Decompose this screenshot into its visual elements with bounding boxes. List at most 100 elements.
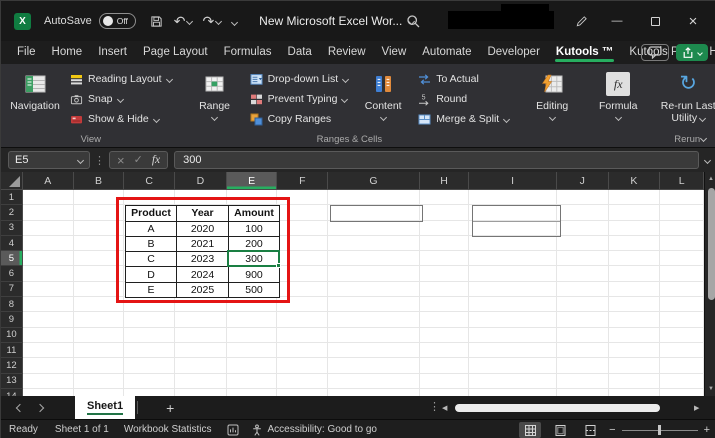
- grid-cell[interactable]: [557, 205, 609, 220]
- pen-button[interactable]: [569, 1, 593, 41]
- grid-cell[interactable]: [124, 312, 175, 327]
- grid-cell[interactable]: [227, 343, 278, 358]
- grid-cell[interactable]: [124, 343, 175, 358]
- grid-cell[interactable]: [420, 358, 470, 373]
- page-layout-view-button[interactable]: [549, 422, 571, 438]
- grid-cell[interactable]: [277, 328, 328, 343]
- grid-cell[interactable]: [23, 282, 74, 297]
- grid-cell[interactable]: [557, 389, 609, 396]
- share-button[interactable]: [676, 44, 708, 61]
- grid-cell[interactable]: [609, 236, 661, 251]
- grid-cell[interactable]: [74, 328, 125, 343]
- grid-cell[interactable]: [420, 389, 470, 396]
- grid-cell[interactable]: [420, 236, 470, 251]
- ribbon-button-copy-ranges[interactable]: Copy Ranges: [245, 109, 354, 129]
- cancel-icon[interactable]: ×: [117, 154, 125, 167]
- grid-cell[interactable]: [469, 282, 557, 297]
- scroll-down-icon[interactable]: ▼: [705, 383, 715, 395]
- grid-cell[interactable]: [328, 328, 419, 343]
- close-button[interactable]: ×: [679, 1, 707, 41]
- grid-cell[interactable]: [609, 312, 661, 327]
- grid-cell[interactable]: [277, 312, 328, 327]
- grid-cell[interactable]: [609, 297, 661, 312]
- scroll-up-icon[interactable]: ▲: [705, 173, 715, 185]
- table-header-cell[interactable]: Amount: [229, 206, 280, 221]
- grid-cell[interactable]: [124, 358, 175, 373]
- row-header-8[interactable]: 8: [1, 297, 23, 312]
- zoom-out-button[interactable]: −: [609, 424, 615, 436]
- grid-cell[interactable]: [557, 343, 609, 358]
- menu-tab-formulas[interactable]: Formulas: [216, 43, 280, 63]
- grid-cell[interactable]: [23, 221, 74, 236]
- grid-cell[interactable]: [469, 328, 557, 343]
- grid-cell[interactable]: [277, 358, 328, 373]
- grid-cell[interactable]: [277, 221, 328, 236]
- grid-cell[interactable]: [23, 389, 74, 396]
- table-cell[interactable]: 2023: [177, 252, 229, 267]
- table-cell[interactable]: 2025: [177, 283, 229, 298]
- ribbon-button-prevent-typing[interactable]: Prevent Typing: [245, 89, 354, 109]
- grid-cell[interactable]: [175, 190, 227, 205]
- grid-cell[interactable]: [469, 236, 557, 251]
- grid-cell[interactable]: [660, 328, 704, 343]
- grid-cell[interactable]: [277, 343, 328, 358]
- column-header-e[interactable]: E: [227, 172, 278, 190]
- grid-cell[interactable]: [277, 190, 328, 205]
- grid-cell[interactable]: [660, 374, 704, 389]
- menu-tab-home[interactable]: Home: [44, 43, 91, 63]
- grid-cell[interactable]: [74, 205, 125, 220]
- menu-tab-insert[interactable]: Insert: [90, 43, 135, 63]
- column-header-c[interactable]: C: [124, 172, 175, 190]
- grid-cell[interactable]: [227, 389, 278, 396]
- grid-cell[interactable]: [277, 282, 328, 297]
- grid-cell[interactable]: [277, 389, 328, 396]
- zoom-slider-thumb[interactable]: [658, 425, 661, 435]
- insert-function-icon[interactable]: fx: [152, 154, 160, 166]
- grid-cell[interactable]: [74, 282, 125, 297]
- grid-cell[interactable]: [277, 266, 328, 281]
- grid-cell[interactable]: [660, 343, 704, 358]
- formula-bar-expand-icon[interactable]: [704, 156, 711, 163]
- grid-cell[interactable]: [277, 297, 328, 312]
- undo-button[interactable]: ↶: [174, 14, 193, 28]
- grid-cell[interactable]: [227, 374, 278, 389]
- grid-cell[interactable]: [23, 236, 74, 251]
- page-break-view-button[interactable]: [579, 422, 601, 438]
- ribbon-button-reading-layout[interactable]: Reading Layout: [65, 69, 177, 89]
- table-cell[interactable]: B: [126, 237, 177, 252]
- grid-cell[interactable]: [175, 328, 227, 343]
- ribbon-button-snap[interactable]: Snap: [65, 89, 177, 109]
- grid-cell[interactable]: [557, 251, 609, 266]
- grid-cell[interactable]: [660, 297, 704, 312]
- grid-cell[interactable]: [469, 190, 557, 205]
- grid-cell[interactable]: [328, 282, 419, 297]
- table-cell[interactable]: 2021: [177, 237, 229, 252]
- vertical-scrollbar[interactable]: ▲ ▼: [704, 172, 715, 396]
- grid-cell[interactable]: [74, 389, 125, 396]
- grid-cell[interactable]: [420, 297, 470, 312]
- table-cell[interactable]: 300: [229, 252, 280, 267]
- grid-cell[interactable]: [124, 389, 175, 396]
- table-cell[interactable]: A: [126, 222, 177, 237]
- grid-cell[interactable]: [328, 251, 419, 266]
- grid-cell[interactable]: [609, 266, 661, 281]
- column-header-d[interactable]: D: [175, 172, 227, 190]
- grid-cell[interactable]: [277, 205, 328, 220]
- ribbon-button-show-hide[interactable]: Show & Hide: [65, 109, 177, 129]
- grid-cell[interactable]: [609, 282, 661, 297]
- table-cell[interactable]: 200: [229, 237, 280, 252]
- table-cell[interactable]: 2020: [177, 222, 229, 237]
- grid-cell[interactable]: [609, 328, 661, 343]
- ribbon-button-formula[interactable]: fxFormula: [590, 68, 646, 130]
- table-cell[interactable]: 900: [229, 267, 280, 282]
- horizontal-scroll-thumb[interactable]: [455, 404, 660, 412]
- row-header-1[interactable]: 1: [1, 190, 23, 205]
- ribbon-button-re-run-last-utility[interactable]: ↻Re-run Last Utility: [656, 68, 715, 130]
- bordered-cell-box-i2[interactable]: [472, 205, 561, 237]
- grid-cell[interactable]: [74, 190, 125, 205]
- grid-cell[interactable]: [609, 343, 661, 358]
- grid-cell[interactable]: [328, 221, 419, 236]
- column-header-i[interactable]: I: [469, 172, 557, 190]
- grid-cell[interactable]: [124, 328, 175, 343]
- column-header-l[interactable]: L: [660, 172, 704, 190]
